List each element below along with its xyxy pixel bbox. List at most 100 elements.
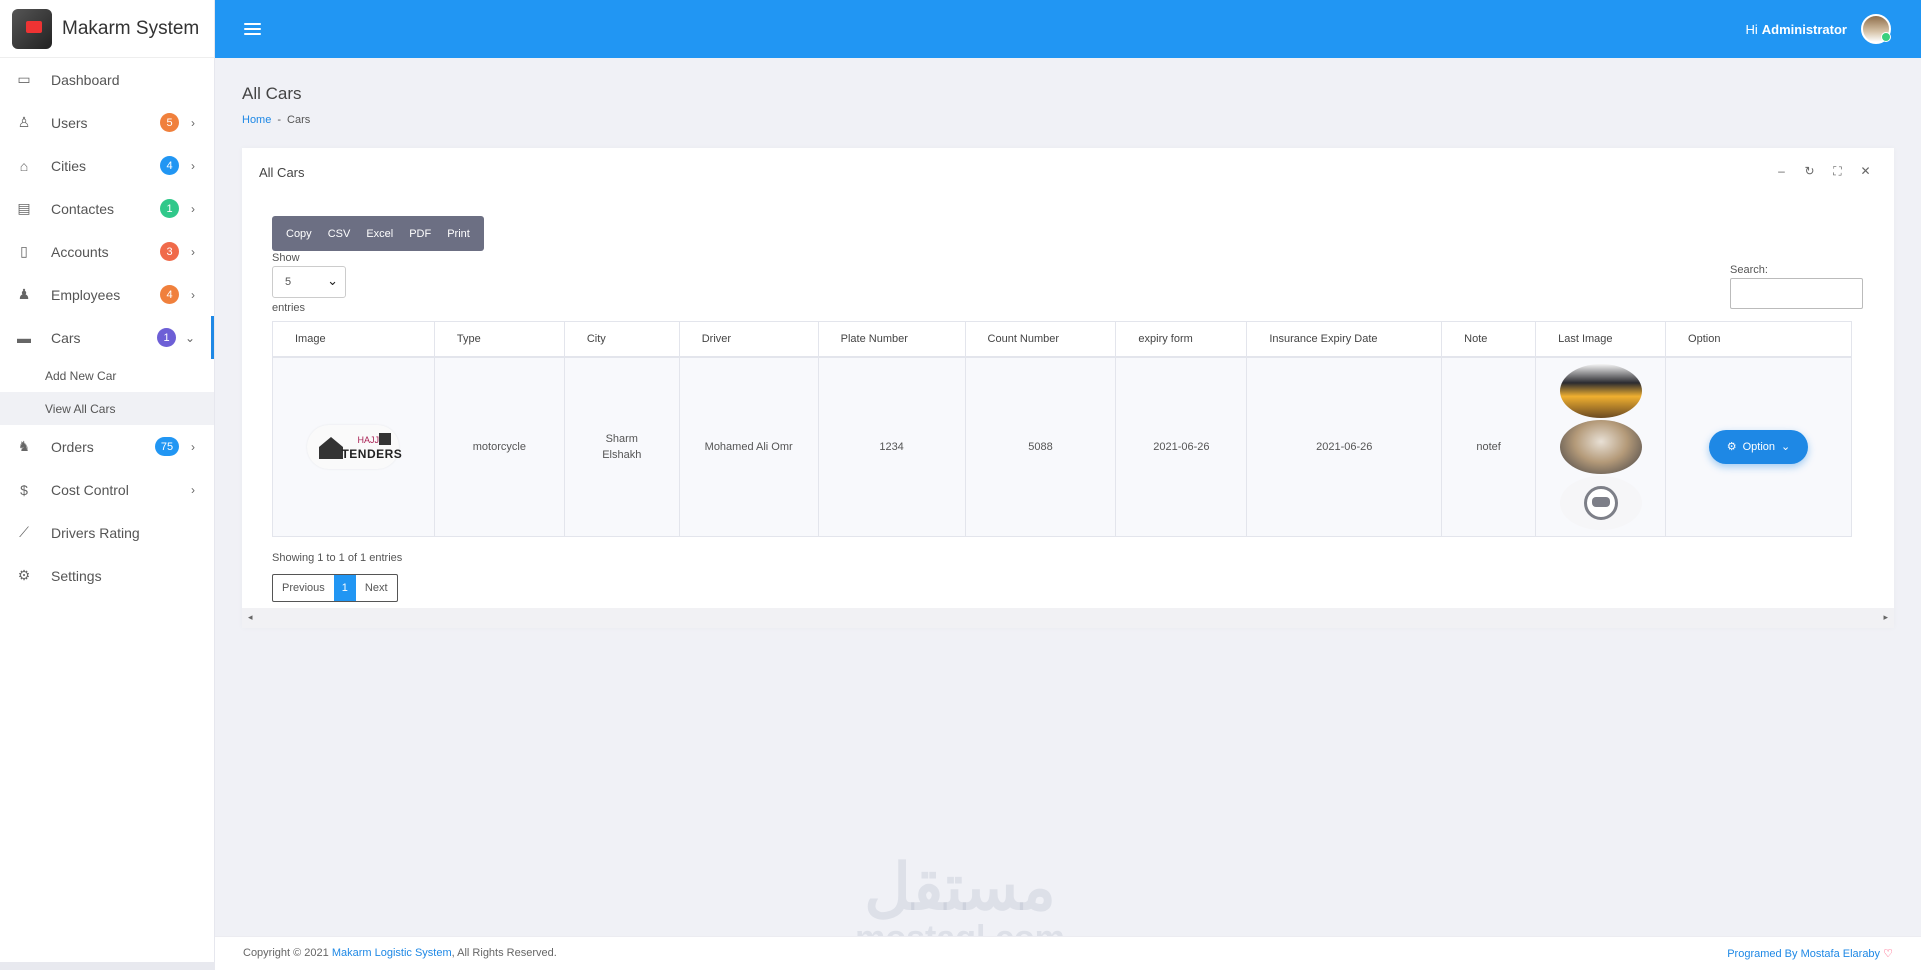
previous-page-button[interactable]: Previous bbox=[273, 575, 334, 601]
chevron-down-icon: ⌄ bbox=[185, 330, 196, 345]
csv-button[interactable]: CSV bbox=[320, 228, 359, 240]
cell-image: HAJJ TENDERS bbox=[272, 356, 435, 537]
last-image-thumbnail[interactable] bbox=[1559, 419, 1642, 474]
refresh-icon[interactable]: ↻ bbox=[1803, 164, 1816, 179]
fullscreen-icon[interactable]: ⛶ bbox=[1831, 164, 1844, 179]
close-icon[interactable]: ✕ bbox=[1859, 164, 1872, 179]
sidebar-item-label: Cars bbox=[51, 329, 81, 346]
column-header-note[interactable]: Note bbox=[1441, 321, 1537, 358]
user-name: Administrator bbox=[1761, 21, 1847, 37]
export-button-group: Copy CSV Excel PDF Print bbox=[272, 216, 484, 251]
chart-line-icon: ⟋ bbox=[19, 524, 29, 540]
column-header-plate-number[interactable]: Plate Number bbox=[817, 321, 966, 358]
car-image-thumbnail: HAJJ TENDERS bbox=[307, 424, 403, 469]
column-header-city[interactable]: City bbox=[563, 321, 680, 358]
avatar[interactable] bbox=[1861, 14, 1891, 44]
cars-card: All Cars – ↻ ⛶ ✕ Copy CSV Excel PDF Prin… bbox=[242, 148, 1894, 628]
breadcrumb-separator: - bbox=[277, 114, 282, 126]
sidebar-item-accounts[interactable]: ▯ Accounts 3 › bbox=[0, 230, 214, 273]
page-title: All Cars bbox=[242, 84, 302, 103]
sidebar-item-users[interactable]: ♙ Users 5 › bbox=[0, 101, 214, 144]
sidebar-item-label: Employees bbox=[51, 286, 121, 303]
column-header-option[interactable]: Option bbox=[1665, 321, 1852, 358]
next-page-button[interactable]: Next bbox=[356, 575, 397, 601]
search-input[interactable] bbox=[1730, 278, 1863, 309]
sidebar-item-employees[interactable]: ♟ Employees 4 › bbox=[0, 273, 214, 316]
chevron-right-icon: › bbox=[191, 115, 195, 130]
sidebar-item-label: Settings bbox=[51, 567, 102, 584]
sidebar-item-dashboard[interactable]: ▭ Dashboard bbox=[0, 58, 214, 101]
menu-toggle-icon[interactable] bbox=[244, 23, 261, 35]
last-image-thumbnail[interactable] bbox=[1559, 475, 1642, 530]
card-tools: – ↻ ⛶ ✕ bbox=[1775, 164, 1872, 179]
sidebar-subitem-add-new-car[interactable]: Add New Car bbox=[0, 359, 214, 392]
entries-per-page-select[interactable]: 5 ⌄ bbox=[272, 266, 346, 298]
sidebar-item-label: Accounts bbox=[51, 243, 109, 260]
breadcrumb-home-link[interactable]: Home bbox=[242, 114, 271, 126]
sidebar-item-settings[interactable]: ⚙ Settings bbox=[0, 554, 214, 597]
pdf-button[interactable]: PDF bbox=[401, 228, 439, 240]
brand[interactable]: Makarm System bbox=[0, 0, 214, 58]
column-header-driver[interactable]: Driver bbox=[678, 321, 819, 358]
sidebar-item-orders[interactable]: ♞ Orders 75 › bbox=[0, 425, 214, 468]
city-text: Sharm Elshakh bbox=[602, 432, 642, 461]
credit-link[interactable]: Programed By Mostafa Elaraby bbox=[1727, 948, 1880, 960]
logo-text: TENDERS bbox=[341, 446, 403, 461]
print-button[interactable]: Print bbox=[439, 228, 478, 240]
chevron-right-icon: › bbox=[191, 439, 195, 454]
chevron-right-icon: › bbox=[191, 482, 195, 497]
chevron-down-icon: ⌄ bbox=[1781, 441, 1791, 454]
sidebar-item-label: Users bbox=[51, 114, 88, 131]
chevron-down-icon: ⌄ bbox=[327, 273, 338, 288]
last-image-thumbnail[interactable] bbox=[1559, 363, 1642, 418]
column-header-insurance-expiry-date[interactable]: Insurance Expiry Date bbox=[1246, 321, 1443, 358]
card-title: All Cars bbox=[259, 165, 305, 180]
count-badge: 1 bbox=[160, 199, 179, 218]
search-label: Search: bbox=[1730, 264, 1768, 276]
gears-icon: ⚙ bbox=[17, 567, 31, 583]
column-header-type[interactable]: Type bbox=[433, 321, 565, 358]
column-header-last-image[interactable]: Last Image bbox=[1535, 321, 1667, 358]
chevron-right-icon: › bbox=[191, 244, 195, 259]
sidebar-item-label: Orders bbox=[51, 438, 94, 455]
option-dropdown-button[interactable]: ⚙ Option ⌄ bbox=[1708, 429, 1809, 464]
table-header-row: Image Type City Driver Plate Number Coun… bbox=[272, 321, 1852, 358]
watermark-arabic: مستقل bbox=[864, 851, 1056, 923]
column-header-image[interactable]: Image bbox=[272, 321, 435, 358]
sidebar-scroll-track bbox=[0, 962, 215, 970]
sidebar-item-label: Dashboard bbox=[51, 71, 120, 88]
count-badge: 4 bbox=[160, 285, 179, 304]
scroll-left-icon[interactable]: ◂ bbox=[248, 612, 253, 623]
sidebar-item-cars[interactable]: ▬ Cars 1 ⌄ bbox=[0, 316, 214, 359]
footer: Copyright © 2021 Makarm Logistic System,… bbox=[215, 936, 1921, 970]
cell-type: motorcycle bbox=[433, 356, 565, 537]
chevron-right-icon: › bbox=[191, 201, 195, 216]
excel-button[interactable]: Excel bbox=[358, 228, 401, 240]
sidebar-item-label: Drivers Rating bbox=[51, 524, 140, 541]
car-icon: ▬ bbox=[17, 329, 31, 346]
page-1-button[interactable]: 1 bbox=[333, 575, 356, 601]
copy-button[interactable]: Copy bbox=[278, 228, 320, 240]
topbar: Hi Administrator bbox=[215, 0, 1921, 58]
count-badge: 3 bbox=[160, 242, 179, 261]
logo-small-text: HAJJ bbox=[357, 434, 379, 445]
sidebar-item-cost-control[interactable]: $ Cost Control › bbox=[0, 468, 214, 511]
sidebar-item-drivers-rating[interactable]: ⟋ Drivers Rating bbox=[0, 511, 214, 554]
user-menu[interactable]: Hi Administrator bbox=[1745, 14, 1891, 44]
horizontal-scrollbar[interactable]: ◂ ▸ bbox=[242, 608, 1894, 628]
gear-icon: ⚙ bbox=[1726, 441, 1737, 454]
orders-people-icon: ♞ bbox=[17, 438, 31, 454]
column-header-count-number[interactable]: Count Number bbox=[964, 321, 1117, 358]
column-header-expiry-form[interactable]: expiry form bbox=[1115, 321, 1248, 358]
copyright-suffix: , All Rights Reserved. bbox=[451, 947, 557, 959]
minimize-icon[interactable]: – bbox=[1775, 164, 1788, 179]
credit: Programed By Mostafa Elaraby ♡ bbox=[1727, 947, 1893, 960]
scroll-right-icon[interactable]: ▸ bbox=[1883, 612, 1888, 623]
company-link[interactable]: Makarm Logistic System bbox=[332, 947, 452, 959]
sidebar-item-contactes[interactable]: ▤ Contactes 1 › bbox=[0, 187, 214, 230]
brand-title: Makarm System bbox=[62, 17, 200, 39]
sidebar-subitem-view-all-cars[interactable]: View All Cars bbox=[0, 392, 214, 425]
brand-logo bbox=[12, 8, 52, 49]
heart-icon: ♡ bbox=[1883, 948, 1893, 960]
sidebar-item-cities[interactable]: ⌂ Cities 4 › bbox=[0, 144, 214, 187]
